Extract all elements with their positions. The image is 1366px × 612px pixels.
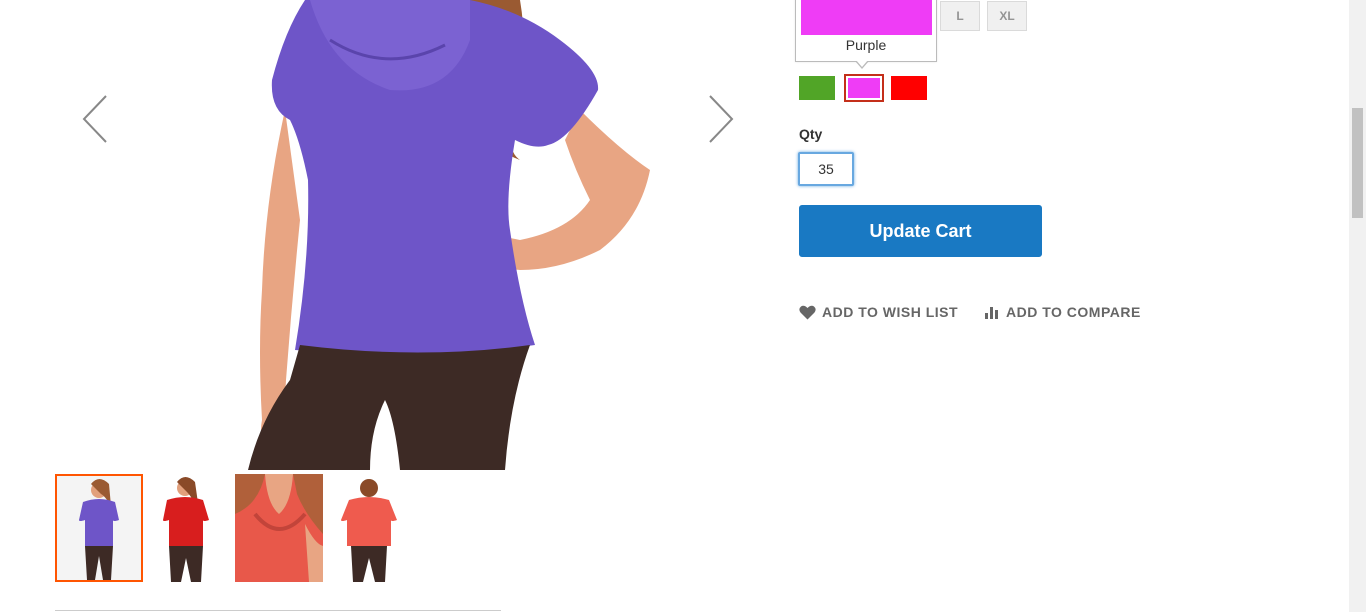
gallery-divider: [55, 610, 501, 611]
qty-input[interactable]: [798, 152, 854, 186]
thumbnail-red-front[interactable]: [145, 474, 233, 582]
compare-label: Add to Compare: [1006, 304, 1141, 320]
tooltip-color-preview: [801, 0, 932, 35]
color-swatch-fill: [848, 78, 880, 98]
thumbnail-image: [325, 474, 413, 582]
size-option-xl[interactable]: XL: [987, 1, 1027, 31]
bar-chart-icon: [985, 307, 998, 319]
scrollbar-thumb[interactable]: [1352, 108, 1363, 218]
add-to-wish-list-link[interactable]: Add to Wish List: [799, 304, 958, 320]
page-scrollbar[interactable]: [1349, 0, 1366, 612]
color-swatch-purple[interactable]: [844, 74, 884, 102]
qty-label: Qty: [799, 126, 823, 142]
tooltip-label: Purple: [845, 37, 887, 53]
swatch-tooltip: Purple: [795, 0, 937, 62]
gallery-thumbnails: [55, 474, 413, 582]
update-cart-button[interactable]: Update Cart: [799, 205, 1042, 257]
color-swatch-red[interactable]: [891, 76, 927, 100]
wish-list-label: Add to Wish List: [822, 304, 959, 320]
product-image-stage[interactable]: [0, 0, 780, 470]
thumbnail-purple-front[interactable]: [55, 474, 143, 582]
thumbnail-image: [57, 476, 141, 580]
size-option-l[interactable]: L: [940, 1, 980, 31]
gallery-prev-arrow[interactable]: [76, 92, 116, 146]
gallery-next-arrow[interactable]: [700, 92, 740, 146]
heart-icon: [799, 305, 816, 319]
product-main-image: [248, 0, 650, 470]
color-swatch-green[interactable]: [799, 76, 835, 100]
thumbnail-coral-back[interactable]: [325, 474, 413, 582]
thumbnail-image: [235, 474, 323, 582]
thumbnail-image: [145, 474, 233, 582]
chevron-right-icon: [709, 95, 734, 143]
chevron-left-icon: [82, 95, 107, 143]
thumbnail-coral-closeup[interactable]: [235, 474, 323, 582]
add-to-compare-link[interactable]: Add to Compare: [984, 304, 1141, 320]
tooltip-arrow-inner: [856, 60, 868, 67]
